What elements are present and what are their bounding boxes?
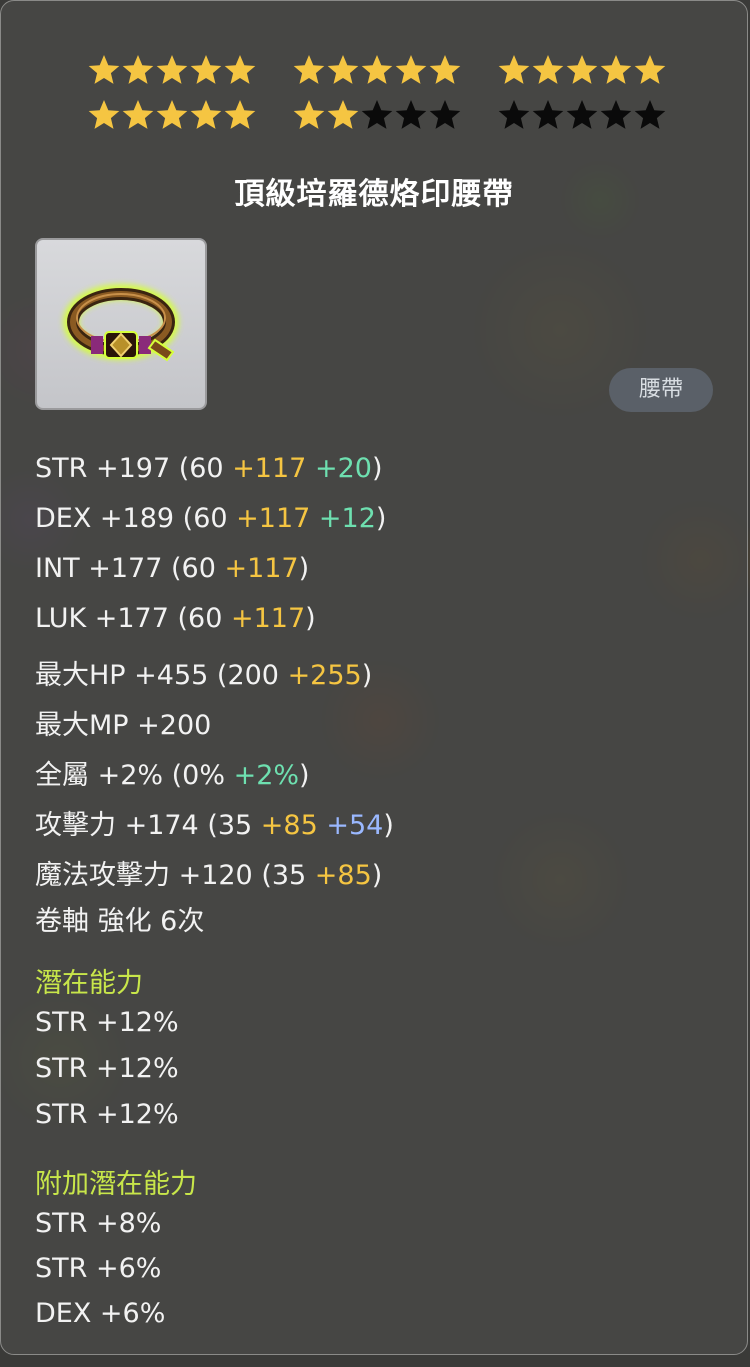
star-filled-icon — [88, 100, 120, 129]
stat-base: 攻擊力 +174 (35 — [35, 810, 261, 841]
item-tooltip-panel: 頂級培羅德烙印腰帶 腰帶 STR +197 (60 +117 +20) DEX +… — [0, 0, 748, 1355]
stat-close: ) — [298, 553, 310, 584]
stat-close: ) — [305, 603, 316, 634]
stat-bonus: +20 — [314, 453, 372, 484]
stat-line: DEX +189 (60 +117 +12) — [35, 503, 386, 534]
star-filled-icon — [395, 55, 427, 84]
stat-close: ) — [371, 453, 383, 484]
stat-line: INT +177 (60 +117) — [35, 553, 309, 584]
star-empty-icon — [532, 100, 564, 129]
stat-close: ) — [299, 760, 310, 791]
stat-base: 全屬 +2% (0% — [35, 760, 234, 791]
star-empty-icon — [429, 100, 461, 129]
stat-base: LUK +177 (60 — [35, 603, 231, 634]
stat-close: ) — [383, 810, 394, 841]
stat-line: 全屬 +2% (0% +2%) — [35, 753, 310, 792]
star-empty-icon — [566, 100, 598, 129]
star-empty-icon — [498, 100, 530, 129]
stat-line: 卷軸 強化 6次 — [35, 899, 204, 938]
star-filled-icon — [532, 55, 564, 84]
star-filled-icon — [156, 55, 188, 84]
stat-close: ) — [361, 660, 373, 691]
belt-icon — [63, 284, 179, 362]
star-group — [497, 98, 667, 134]
stat-base: INT +177 (60 — [35, 553, 225, 584]
stat-base: STR +197 (60 — [35, 453, 233, 484]
star-filled-icon — [293, 55, 325, 84]
stat-close: ) — [371, 860, 383, 891]
stat-base: 最大HP +455 (200 — [35, 660, 288, 691]
potential-line: STR +12% — [35, 1007, 179, 1038]
stat-bonus: +54 — [326, 810, 384, 841]
star-filled-icon — [361, 55, 393, 84]
stat-bonus: +117 — [232, 453, 307, 484]
stat-bonus — [306, 453, 315, 484]
stat-base: DEX +189 (60 — [35, 503, 237, 534]
star-filled-icon — [224, 100, 256, 129]
star-group — [292, 53, 462, 89]
additional-potential-title: 附加潛在能力 — [35, 1169, 197, 1200]
stat-line: STR +197 (60 +117 +20) — [35, 453, 382, 484]
stat-line: 攻擊力 +174 (35 +85 +54) — [35, 803, 394, 842]
star-row-2 — [87, 98, 667, 134]
stat-bonus: +85 — [314, 860, 372, 891]
stat-base: 魔法攻擊力 +120 (35 — [35, 860, 315, 891]
stat-bonus: +2% — [233, 760, 300, 791]
potential-line: STR +12% — [35, 1099, 179, 1130]
star-group — [87, 53, 257, 89]
star-group — [87, 98, 257, 134]
star-empty-icon — [395, 100, 427, 129]
item-icon-frame — [35, 238, 207, 410]
stat-bonus: +255 — [287, 660, 362, 691]
star-filled-icon — [122, 55, 154, 84]
star-row-1 — [87, 53, 667, 89]
stat-bonus: +12 — [318, 503, 376, 534]
item-name: 頂級培羅德烙印腰帶 — [234, 177, 514, 212]
stat-bonus: +85 — [260, 810, 318, 841]
star-filled-icon — [88, 55, 120, 84]
potential-line: STR +12% — [35, 1053, 179, 1084]
stat-base: 卷軸 強化 6次 — [35, 906, 205, 937]
stat-line: LUK +177 (60 +117) — [35, 603, 316, 634]
star-empty-icon — [600, 100, 632, 129]
stat-close: ) — [375, 503, 387, 534]
additional-potential-line: STR +8% — [35, 1208, 162, 1239]
stat-base: 最大MP +200 — [35, 710, 212, 741]
stat-bonus: +117 — [236, 503, 311, 534]
star-filled-icon — [190, 100, 222, 129]
star-filled-icon — [429, 55, 461, 84]
star-empty-icon — [361, 100, 393, 129]
star-filled-icon — [600, 55, 632, 84]
star-filled-icon — [190, 55, 222, 84]
star-filled-icon — [566, 55, 598, 84]
star-filled-icon — [634, 55, 666, 84]
stat-line: 最大MP +200 — [35, 703, 211, 742]
potential-title: 潛在能力 — [35, 968, 143, 999]
additional-potential-line: STR +6% — [35, 1253, 162, 1284]
star-filled-icon — [327, 55, 359, 84]
star-filled-icon — [293, 100, 325, 129]
star-empty-icon — [634, 100, 666, 129]
star-filled-icon — [224, 55, 256, 84]
star-filled-icon — [327, 100, 359, 129]
additional-potential-line: DEX +6% — [35, 1298, 166, 1329]
star-filled-icon — [156, 100, 188, 129]
stat-bonus — [310, 503, 319, 534]
star-group — [497, 53, 667, 89]
item-type-badge: 腰帶 — [609, 368, 713, 412]
star-group — [292, 98, 462, 134]
stat-bonus: +117 — [230, 603, 306, 634]
stat-bonus: +117 — [224, 553, 299, 584]
stat-line: 魔法攻擊力 +120 (35 +85) — [35, 853, 382, 892]
star-filled-icon — [498, 55, 530, 84]
stat-line: 最大HP +455 (200 +255) — [35, 653, 372, 692]
star-filled-icon — [122, 100, 154, 129]
